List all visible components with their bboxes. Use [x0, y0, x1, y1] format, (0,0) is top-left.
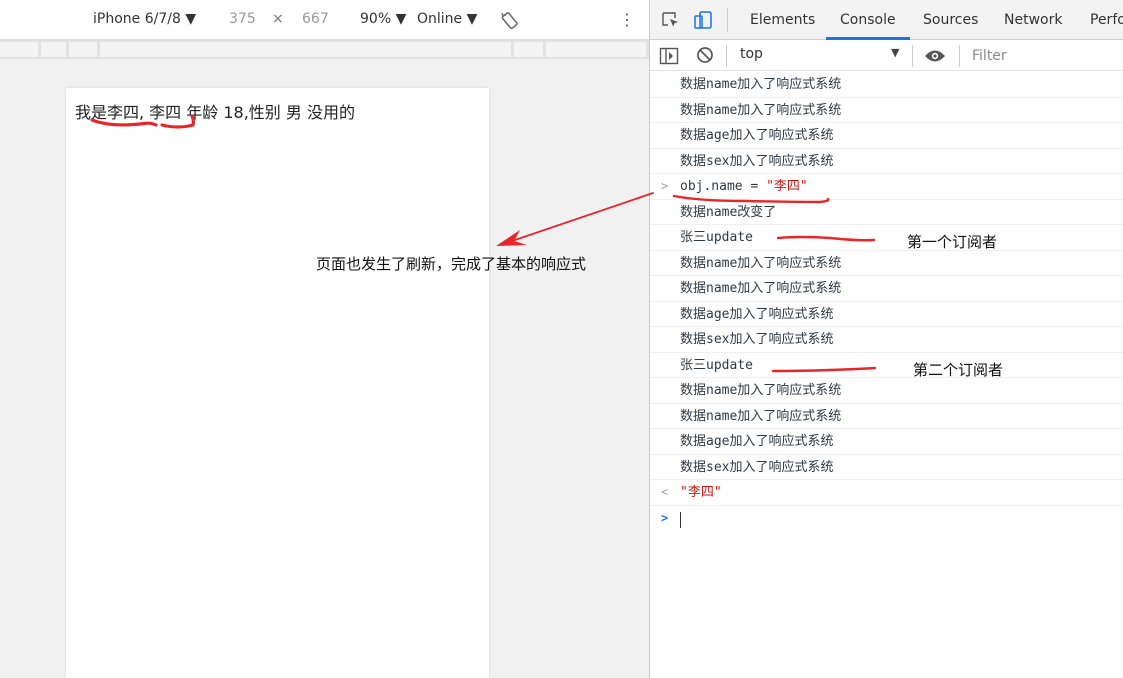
- log-text: 张三update: [680, 357, 753, 373]
- device-toolbar: iPhone 6/7/8 ▼ 375 × 667 90% ▼ Online ▼ …: [0, 0, 649, 40]
- zoom-select[interactable]: 90% ▼: [360, 11, 406, 27]
- toolbar-divider: [727, 8, 728, 32]
- log-entry: 数据age加入了响应式系统: [650, 302, 1123, 327]
- inspect-element-icon[interactable]: [661, 11, 681, 33]
- toolbar-divider: [726, 45, 727, 67]
- log-entry: 数据name加入了响应式系统: [650, 404, 1123, 429]
- chevron-down-icon[interactable]: ▼: [891, 46, 899, 59]
- more-options-icon[interactable]: ⋮: [619, 11, 635, 29]
- log-text: 数据sex加入了响应式系统: [680, 153, 834, 169]
- log-entry: 数据name改变了: [650, 200, 1123, 225]
- console-input-entry: > obj.name = "李四": [650, 174, 1123, 200]
- log-text: 数据name加入了响应式系统: [680, 383, 842, 398]
- text-cursor: [680, 511, 681, 528]
- prompt-chevron-icon: >: [661, 510, 669, 525]
- log-text: 数据name加入了响应式系统: [680, 255, 842, 271]
- log-entry: 张三update: [650, 353, 1123, 378]
- log-entry: 数据sex加入了响应式系统: [650, 455, 1123, 480]
- log-text: 数据sex加入了响应式系统: [680, 332, 834, 347]
- eye-icon[interactable]: [924, 48, 946, 68]
- dimension-separator: ×: [272, 11, 284, 27]
- filter-input[interactable]: [972, 45, 1112, 67]
- log-entry: 数据sex加入了响应式系统: [650, 149, 1123, 174]
- log-entry: 张三update: [650, 225, 1123, 251]
- device-viewport: 我是李四, 李四 年龄 18,性别 男 没用的: [66, 88, 489, 678]
- tab-network[interactable]: Network: [1004, 12, 1062, 28]
- log-entry: 数据age加入了响应式系统: [650, 429, 1123, 455]
- log-text: 数据sex加入了响应式系统: [680, 459, 834, 475]
- log-entry: 数据name加入了响应式系统: [650, 276, 1123, 302]
- console-log: 数据name加入了响应式系统 数据name加入了响应式系统 数据age加入了响应…: [650, 72, 1123, 531]
- result-chevron-icon: <: [661, 485, 669, 499]
- active-tab-indicator: [826, 37, 910, 40]
- input-chevron-icon: >: [661, 179, 669, 193]
- device-height-input[interactable]: 667: [302, 11, 329, 27]
- log-text: 数据name改变了: [680, 204, 777, 220]
- context-select[interactable]: top: [740, 46, 763, 62]
- log-entry: 数据name加入了响应式系统: [650, 251, 1123, 276]
- console-result-entry: < "李四": [650, 480, 1123, 506]
- input-expression-code: obj.name =: [680, 179, 767, 194]
- log-text: 数据name加入了响应式系统: [680, 408, 842, 424]
- log-text: 张三update: [680, 230, 753, 245]
- page-content-text: 我是李四, 李四 年龄 18,性别 男 没用的: [75, 103, 355, 122]
- second-subscriber-note: 第二个订阅者: [913, 361, 1004, 379]
- annotation-note: 页面也发生了刷新，完成了基本的响应式: [316, 255, 587, 273]
- toolbar-divider: [912, 45, 913, 67]
- log-text: 数据age加入了响应式系统: [680, 128, 834, 143]
- log-entry: 数据age加入了响应式系统: [650, 123, 1123, 149]
- log-text: 数据age加入了响应式系统: [680, 306, 834, 322]
- log-entry: 数据name加入了响应式系统: [650, 72, 1123, 98]
- first-subscriber-note: 第一个订阅者: [907, 233, 998, 251]
- input-expression-string: "李四": [766, 179, 808, 194]
- result-value: "李四": [680, 485, 722, 500]
- toolbar-divider: [959, 45, 960, 67]
- log-text: 数据name加入了响应式系统: [680, 77, 842, 92]
- device-model-select[interactable]: iPhone 6/7/8 ▼: [93, 11, 196, 27]
- media-query-bar[interactable]: [0, 40, 649, 59]
- tab-performance[interactable]: Perfo: [1090, 12, 1123, 28]
- tab-elements[interactable]: Elements: [750, 12, 815, 28]
- devtools-tab-bar: Elements Console Sources Network Perfo: [650, 0, 1123, 40]
- input-expression: obj.name = "李四": [680, 174, 808, 199]
- log-entry: 数据name加入了响应式系统: [650, 378, 1123, 404]
- devtools-panel: Elements Console Sources Network Perfo t…: [650, 0, 1123, 678]
- device-width-input[interactable]: 375: [229, 11, 256, 27]
- throttle-select[interactable]: Online ▼: [417, 11, 477, 27]
- device-emulation-pane: iPhone 6/7/8 ▼ 375 × 667 90% ▼ Online ▼ …: [0, 0, 650, 678]
- rotate-icon[interactable]: [500, 11, 520, 31]
- device-toolbar-icon[interactable]: [693, 10, 713, 34]
- log-entry: 数据sex加入了响应式系统: [650, 327, 1123, 353]
- clear-console-icon[interactable]: [696, 46, 714, 68]
- console-prompt[interactable]: >: [650, 506, 1123, 532]
- tab-console[interactable]: Console: [840, 12, 896, 28]
- log-text: 数据age加入了响应式系统: [680, 434, 834, 449]
- tab-sources[interactable]: Sources: [923, 12, 978, 28]
- log-text: 数据name加入了响应式系统: [680, 102, 842, 118]
- sidebar-toggle-icon[interactable]: [659, 47, 679, 69]
- log-entry: 数据name加入了响应式系统: [650, 98, 1123, 123]
- console-toolbar: top ▼: [650, 41, 1123, 71]
- log-text: 数据name加入了响应式系统: [680, 281, 842, 296]
